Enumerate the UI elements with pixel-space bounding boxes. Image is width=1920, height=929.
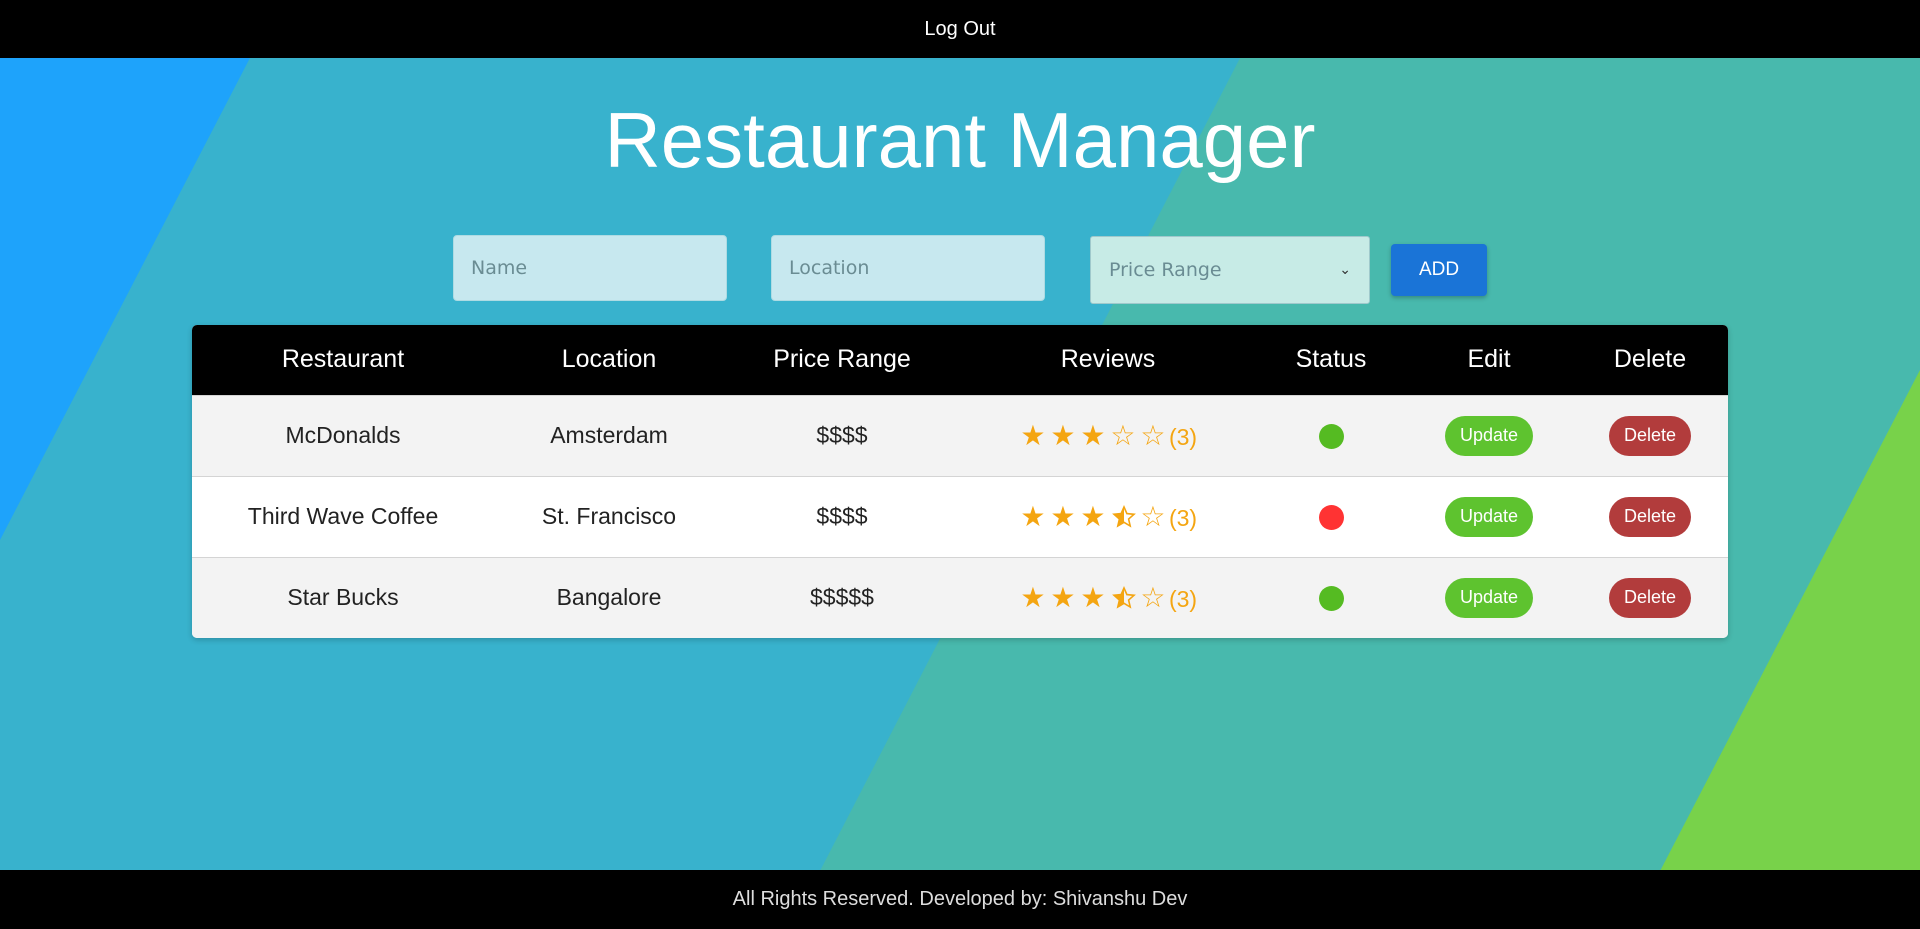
edit-cell: Update bbox=[1406, 557, 1572, 638]
status-cell bbox=[1256, 557, 1406, 638]
review-count: (3) bbox=[1168, 424, 1198, 450]
table-header-row: Restaurant Location Price Range Reviews … bbox=[192, 325, 1728, 395]
delete-cell: Delete bbox=[1572, 476, 1728, 557]
header-reviews: Reviews bbox=[1060, 345, 1156, 374]
edit-cell: Update bbox=[1406, 476, 1572, 557]
star-empty-icon: ☆ bbox=[1110, 419, 1138, 452]
star-rating: ★ ★ ★ ☆ ☆ bbox=[1019, 419, 1169, 452]
star-full-icon: ★ bbox=[1050, 419, 1078, 452]
header-restaurant: Restaurant bbox=[281, 345, 405, 374]
star-full-icon: ★ bbox=[1080, 419, 1108, 452]
delete-button[interactable]: Delete bbox=[1609, 496, 1691, 537]
name-input[interactable] bbox=[453, 235, 727, 301]
reviews-cell: ★ ★ ★ ☆(3) bbox=[960, 476, 1256, 557]
restaurants-table: Restaurant Location Price Range Reviews … bbox=[192, 325, 1728, 638]
price-range-select[interactable]: Price Range ⌄ bbox=[1090, 236, 1370, 304]
delete-cell: Delete bbox=[1572, 395, 1728, 476]
star-full-icon: ★ bbox=[1050, 500, 1078, 533]
footer: All Rights Reserved. Developed by: Shiva… bbox=[0, 870, 1920, 929]
star-empty-icon: ☆ bbox=[1140, 581, 1168, 615]
restaurant-name: Star Bucks bbox=[287, 584, 399, 611]
table-row[interactable]: Third Wave Coffee St. Francisco $$$$ ★ ★ ★… bbox=[192, 476, 1728, 557]
footer-text: All Rights Reserved. Developed by: Shiva… bbox=[732, 888, 1188, 910]
restaurant-price: $$$$ bbox=[816, 503, 868, 529]
star-half-icon bbox=[1109, 581, 1139, 614]
table-row[interactable]: McDonalds Amsterdam $$$$ ★ ★ ★ ☆ ☆(3) Update… bbox=[192, 395, 1728, 476]
review-count: (3) bbox=[1168, 586, 1198, 613]
star-rating: ★ ★ ★ ☆ bbox=[1019, 500, 1169, 533]
status-indicator bbox=[1318, 424, 1344, 450]
star-full-icon: ★ bbox=[1020, 581, 1048, 615]
status-cell bbox=[1256, 476, 1406, 557]
header-delete: Delete bbox=[1613, 345, 1687, 374]
star-full-icon: ★ bbox=[1020, 419, 1048, 452]
status-cell bbox=[1256, 395, 1406, 476]
update-button[interactable]: Update bbox=[1445, 577, 1533, 618]
top-navbar: Log Out bbox=[0, 0, 1920, 58]
restaurant-location: Amsterdam bbox=[550, 422, 668, 448]
header-price-range: Price Range bbox=[773, 345, 911, 374]
star-empty-icon: ☆ bbox=[1140, 500, 1168, 533]
logout-link[interactable]: Log Out bbox=[924, 18, 995, 41]
star-full-icon: ★ bbox=[1020, 500, 1048, 533]
star-half-icon bbox=[1109, 500, 1139, 533]
delete-button[interactable]: Delete bbox=[1609, 415, 1691, 456]
page-title: Restaurant Manager bbox=[604, 96, 1316, 184]
restaurant-location: St. Francisco bbox=[541, 503, 677, 529]
restaurant-name: Third Wave Coffee bbox=[247, 503, 439, 529]
reviews-cell: ★ ★ ★ ☆(3) bbox=[960, 557, 1256, 638]
status-indicator bbox=[1318, 586, 1344, 612]
add-button[interactable]: ADD bbox=[1391, 244, 1487, 296]
restaurant-price: $$$$$ bbox=[810, 584, 874, 611]
header-status: Status bbox=[1295, 345, 1367, 374]
update-button[interactable]: Update bbox=[1445, 415, 1533, 456]
restaurant-location: Bangalore bbox=[556, 584, 662, 611]
delete-cell: Delete bbox=[1572, 557, 1728, 638]
header-location: Location bbox=[561, 345, 657, 374]
restaurant-price: $$$$ bbox=[816, 422, 868, 448]
reviews-cell: ★ ★ ★ ☆ ☆(3) bbox=[960, 395, 1256, 476]
star-full-icon: ★ bbox=[1080, 500, 1108, 533]
location-input[interactable] bbox=[771, 235, 1045, 301]
star-empty-icon: ☆ bbox=[1140, 419, 1168, 452]
status-indicator bbox=[1318, 505, 1344, 531]
star-full-icon: ★ bbox=[1050, 581, 1078, 615]
restaurant-name: McDonalds bbox=[285, 422, 401, 448]
review-count: (3) bbox=[1168, 505, 1198, 531]
table-row[interactable]: Star Bucks Bangalore $$$$$ ★ ★ ★ ☆(3) Updat… bbox=[192, 557, 1728, 638]
delete-button[interactable]: Delete bbox=[1609, 577, 1691, 618]
star-full-icon: ★ bbox=[1080, 581, 1108, 615]
price-range-select-value: Price Range bbox=[1109, 259, 1222, 281]
update-button[interactable]: Update bbox=[1445, 496, 1533, 537]
edit-cell: Update bbox=[1406, 395, 1572, 476]
chevron-down-icon: ⌄ bbox=[1339, 262, 1351, 278]
star-rating: ★ ★ ★ ☆ bbox=[1019, 581, 1169, 614]
header-edit: Edit bbox=[1467, 345, 1511, 374]
